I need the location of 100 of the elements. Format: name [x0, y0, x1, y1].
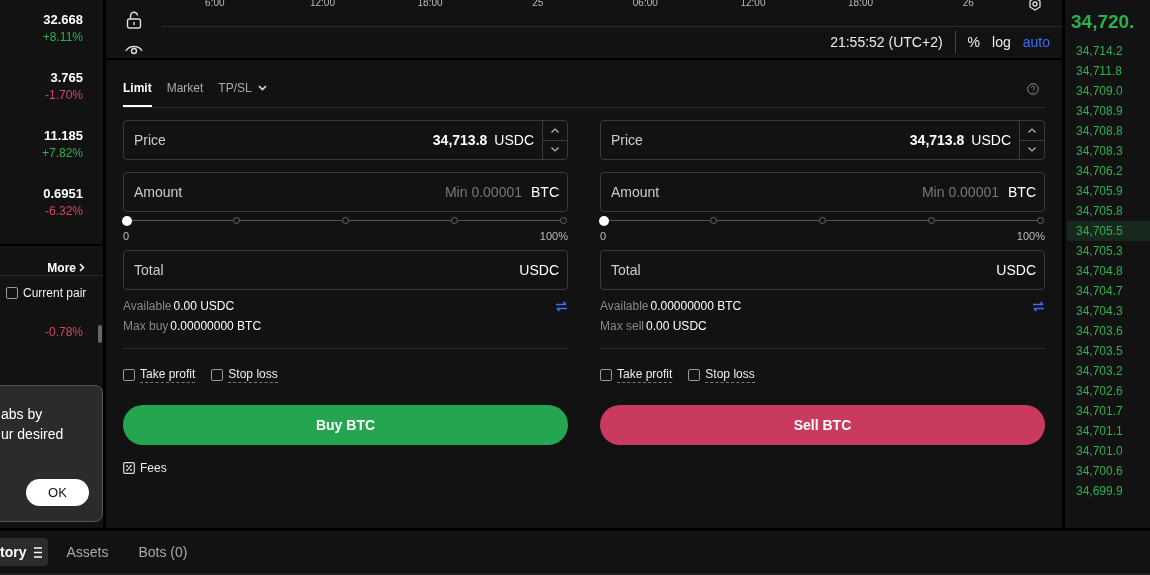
order-book-price[interactable]: 34,703.2	[1067, 361, 1150, 381]
order-type-tab[interactable]: TP/SL	[218, 81, 267, 107]
order-book-price[interactable]: 34,709.0	[1067, 81, 1150, 101]
chevron-right-icon	[79, 263, 85, 272]
last-price: 34,720.	[1070, 11, 1136, 34]
order-book-price[interactable]: 34,702.6	[1067, 381, 1150, 401]
order-book-price[interactable]: 34,708.8	[1067, 121, 1150, 141]
amount-field[interactable]: Amount Min 0.00001 BTC	[123, 172, 568, 212]
order-book-price[interactable]: 34,704.3	[1067, 301, 1150, 321]
market-price: 0.6951	[43, 186, 83, 201]
order-book-price[interactable]: 34,705.8	[1067, 201, 1150, 221]
order-book-price[interactable]: 34,705.3	[1067, 241, 1150, 261]
checkbox[interactable]	[688, 369, 701, 381]
order-book-price[interactable]: 34,706.2	[1067, 161, 1150, 181]
field-unit: BTC	[531, 184, 559, 200]
tooltip-text: abs by	[1, 405, 44, 424]
slider-thumb[interactable]	[599, 216, 609, 226]
order-type-tab[interactable]: Market	[166, 81, 204, 107]
eye-icon	[124, 43, 143, 55]
info-value: 0.00000000 BTC	[170, 319, 262, 333]
market-price: 32.668	[43, 12, 83, 27]
bottom-tab[interactable]: Assets	[54, 538, 121, 566]
field-value: 34,713.8	[432, 132, 488, 148]
field-unit: USDC	[996, 262, 1036, 278]
total-field[interactable]: Total USDC	[123, 250, 568, 290]
info-label: Available	[123, 299, 172, 313]
slider[interactable]	[122, 216, 568, 226]
order-book-price[interactable]: 34,711.8	[1067, 61, 1150, 81]
price-field[interactable]: Price 34,713.8 USDC	[123, 120, 568, 160]
market-change: +8.11%	[42, 30, 83, 44]
field-label: Amount	[611, 184, 661, 200]
order-book-price[interactable]: 34,705.5	[1067, 221, 1150, 241]
option-label[interactable]: Take profit	[617, 367, 673, 383]
order-book-price[interactable]: 34,705.9	[1067, 181, 1150, 201]
option-label[interactable]: Stop loss	[228, 367, 278, 383]
order-book-price[interactable]: 34,704.8	[1067, 261, 1150, 281]
option-label[interactable]: Take profit	[140, 367, 196, 383]
chevron-down-icon	[1028, 147, 1036, 153]
checkbox[interactable]	[600, 369, 612, 381]
chevron-down-icon	[551, 147, 559, 153]
slider-min-label: 0	[600, 230, 607, 242]
info-value: 0.00000000 BTC	[650, 299, 742, 313]
chevron-up-icon	[551, 127, 559, 133]
order-book-price[interactable]: 34,701.7	[1067, 401, 1150, 421]
slider-max-label: 100%	[539, 230, 568, 242]
slider-step	[818, 217, 826, 224]
order-book-price[interactable]: 34,714.2	[1067, 41, 1150, 61]
tooltip-text: ur desired	[1, 425, 65, 444]
slider-step	[559, 217, 567, 224]
slider-step	[232, 217, 240, 224]
order-book-price[interactable]: 34,701.0	[1067, 441, 1150, 461]
chevron-up-icon	[1028, 127, 1036, 133]
field-unit: USDC	[519, 262, 559, 278]
order-book-price[interactable]: 34,700.6	[1067, 461, 1150, 481]
amount-field[interactable]: Amount Min 0.00001 BTC	[600, 172, 1045, 212]
order-type-tab[interactable]: Limit	[123, 81, 152, 107]
slider-max-label: 100%	[1016, 230, 1045, 242]
more-link[interactable]: More	[47, 260, 85, 275]
order-book-price[interactable]: 34,704.7	[1067, 281, 1150, 301]
order-book-price[interactable]: 34,701.1	[1067, 421, 1150, 441]
bottom-tab[interactable]: tory	[0, 538, 49, 566]
bottom-tab[interactable]: Bots (0)	[126, 538, 200, 566]
slider[interactable]	[599, 216, 1045, 226]
sell-button[interactable]: Sell BTC	[600, 405, 1045, 445]
field-label: Amount	[134, 184, 184, 200]
price-field[interactable]: Price 34,713.8 USDC	[600, 120, 1045, 160]
order-book-price[interactable]: 34,708.9	[1067, 101, 1150, 121]
checkbox[interactable]	[123, 369, 135, 381]
info-value: 0.00 USDC	[173, 299, 235, 313]
slider-thumb[interactable]	[122, 216, 132, 226]
checkbox-label: Current pair	[23, 286, 87, 300]
swap-icon	[555, 300, 568, 312]
checkbox[interactable]	[211, 369, 224, 381]
field-label: Price	[134, 132, 167, 148]
chart-option[interactable]: auto	[1022, 34, 1050, 50]
settings-icon	[1028, 0, 1042, 11]
slider-step	[709, 217, 717, 224]
help-icon	[1027, 83, 1039, 95]
total-field[interactable]: Total USDC	[600, 250, 1045, 290]
slider-step	[341, 217, 349, 224]
checkbox[interactable]	[6, 287, 18, 299]
fees-label[interactable]: Fees	[140, 461, 167, 475]
field-value: 34,713.8	[909, 132, 965, 148]
field-placeholder: Min 0.00001	[444, 184, 522, 200]
market-change: -1.70%	[44, 88, 83, 102]
order-book-price[interactable]: 34,703.5	[1067, 341, 1150, 361]
scrollbar-thumb[interactable]	[98, 325, 102, 343]
ok-button[interactable]: OK	[26, 479, 89, 506]
market-price: 3.765	[50, 70, 83, 85]
slider-step	[927, 217, 935, 224]
option-label[interactable]: Stop loss	[705, 367, 755, 383]
order-book-price[interactable]: 34,703.6	[1067, 321, 1150, 341]
swap-icon	[1032, 300, 1045, 312]
chart-option[interactable]: %	[967, 34, 981, 50]
order-book-price[interactable]: 34,699.9	[1067, 481, 1150, 501]
chart-option[interactable]: log	[992, 34, 1011, 50]
percent-icon	[123, 462, 135, 474]
market-change: -6.32%	[44, 204, 83, 218]
field-label: Total	[611, 262, 642, 278]
order-book-price[interactable]: 34,708.3	[1067, 141, 1150, 161]
